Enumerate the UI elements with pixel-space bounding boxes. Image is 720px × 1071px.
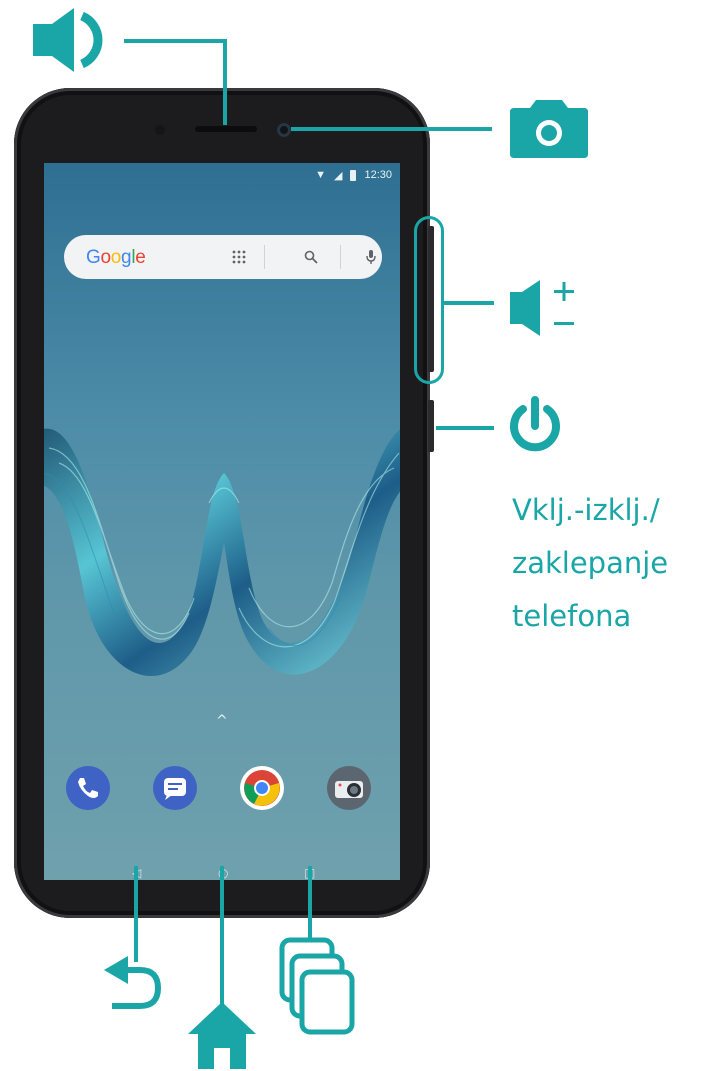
power-icon bbox=[510, 396, 560, 452]
apps-grid-icon[interactable] bbox=[224, 243, 254, 271]
status-bar: ▼ ◢ 12:30 bbox=[315, 167, 392, 183]
status-time: 12:30 bbox=[364, 169, 392, 181]
power-label-line-3: telefona bbox=[512, 599, 632, 633]
speaker-icon bbox=[33, 8, 103, 72]
power-button[interactable] bbox=[428, 400, 434, 452]
google-logo: Google bbox=[86, 247, 146, 268]
wallpaper-w-logo bbox=[44, 428, 400, 676]
volume-up-down-icon bbox=[510, 280, 574, 336]
camera-app-icon[interactable] bbox=[327, 766, 371, 810]
front-camera-lens bbox=[277, 123, 291, 137]
phone-screen: ▼ ◢ 12:30 Google ^ bbox=[44, 163, 400, 880]
wifi-icon: ▼ bbox=[315, 169, 326, 181]
power-label-line-2: zaklepanje bbox=[512, 546, 669, 580]
earpiece bbox=[195, 126, 257, 132]
app-drawer-chevron-icon[interactable]: ^ bbox=[216, 713, 228, 729]
recent-apps-icon bbox=[279, 937, 355, 1035]
search-icon[interactable] bbox=[296, 243, 326, 271]
home-icon bbox=[188, 1002, 256, 1069]
battery-icon bbox=[350, 169, 357, 181]
chrome-app-icon[interactable] bbox=[240, 766, 284, 810]
volume-highlight-oval bbox=[414, 216, 444, 384]
microphone-icon[interactable] bbox=[356, 243, 386, 271]
camera-icon bbox=[510, 100, 588, 158]
signal-icon: ◢ bbox=[334, 169, 343, 182]
phone-app-icon[interactable] bbox=[66, 766, 110, 810]
proximity-sensor bbox=[155, 125, 165, 135]
power-label-line-1: Vklj.-izklj./ bbox=[512, 493, 660, 527]
google-search-bar[interactable]: Google bbox=[64, 235, 382, 279]
messages-app-icon[interactable] bbox=[153, 766, 197, 810]
back-arrow-icon bbox=[104, 956, 162, 1009]
power-label: Vklj.-izklj./ zaklepanje telefona bbox=[512, 484, 717, 643]
